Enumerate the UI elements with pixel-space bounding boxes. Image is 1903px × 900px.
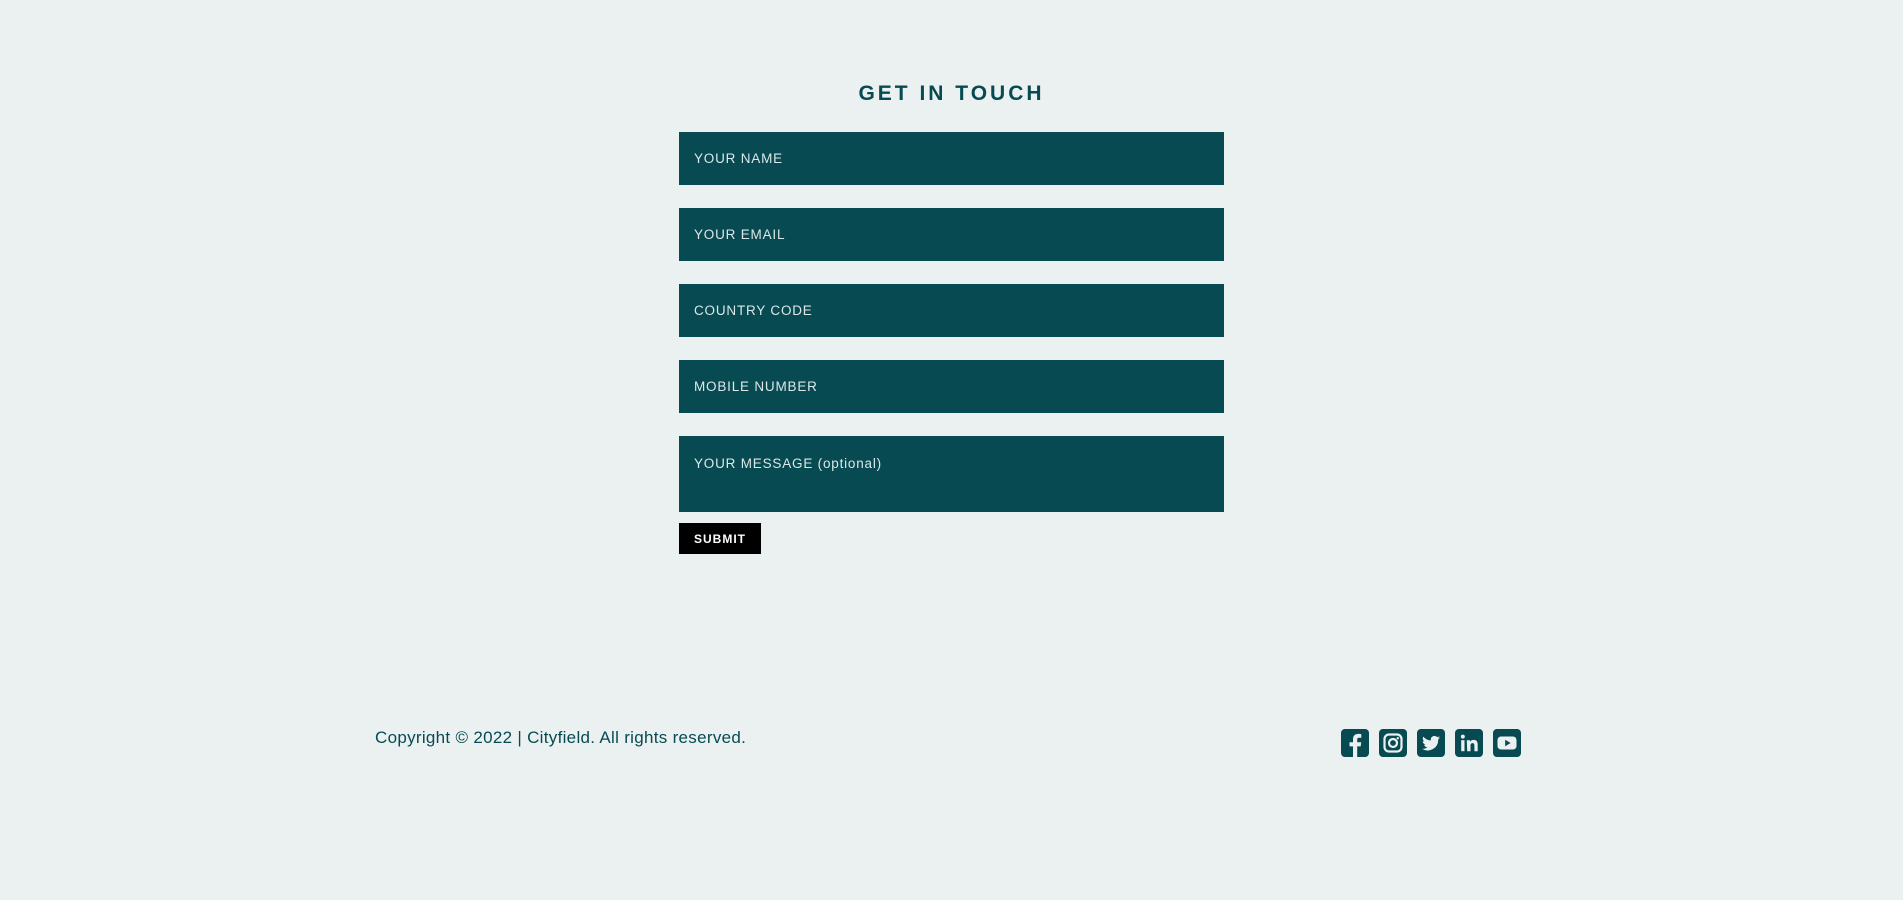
linkedin-icon <box>1460 734 1478 752</box>
youtube-link[interactable] <box>1493 729 1521 757</box>
email-field[interactable] <box>679 208 1224 261</box>
twitter-link[interactable] <box>1417 729 1445 757</box>
social-links <box>1341 729 1521 757</box>
instagram-link[interactable] <box>1379 729 1407 757</box>
linkedin-link[interactable] <box>1455 729 1483 757</box>
form-title: GET IN TOUCH <box>858 82 1045 105</box>
mobile-number-field[interactable] <box>679 360 1224 413</box>
name-field[interactable] <box>679 132 1224 185</box>
youtube-icon <box>1497 736 1517 750</box>
submit-button[interactable]: SUBMIT <box>679 523 761 554</box>
twitter-icon <box>1422 735 1440 751</box>
copyright-text: Copyright © 2022 | Cityfield. All rights… <box>375 728 747 747</box>
facebook-link[interactable] <box>1341 729 1369 757</box>
instagram-icon <box>1383 733 1403 753</box>
facebook-icon <box>1349 733 1362 757</box>
message-field[interactable] <box>679 436 1224 512</box>
country-code-field[interactable] <box>679 284 1224 337</box>
